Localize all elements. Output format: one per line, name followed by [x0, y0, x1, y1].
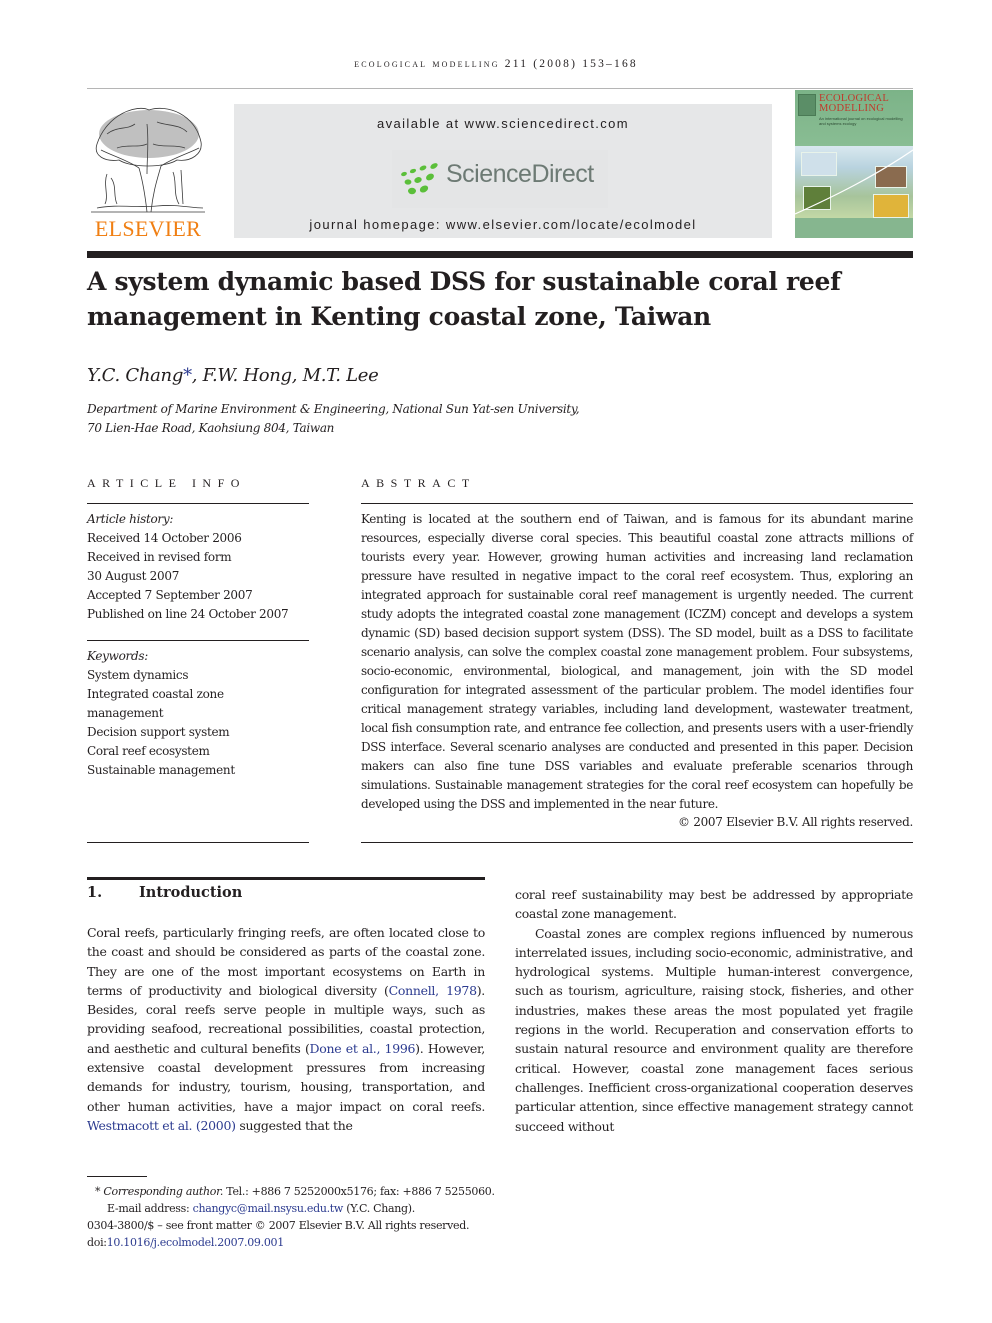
keyword-item: Coral reef ecosystem [87, 744, 210, 758]
email-link[interactable]: changyc@mail.nsysu.edu.tw [193, 1202, 344, 1215]
author-name: Y.C. Chang [87, 365, 184, 386]
section-title: Introduction [139, 884, 243, 901]
history-item: Accepted 7 September 2007 [87, 588, 253, 602]
affiliation-line: Department of Marine Environment & Engin… [87, 402, 580, 416]
paragraph: Coastal zones are complex regions influe… [515, 925, 913, 1134]
cover-footer [795, 218, 913, 238]
running-head: ecological modelling 211 (2008) 153–168 [354, 58, 638, 70]
divider [361, 842, 913, 843]
paragraph: Coral reefs, particularly fringing reefs… [87, 923, 485, 1135]
footnote-corresponding: * Corresponding author. Tel.: +886 7 525… [87, 1183, 587, 1200]
body-column-right: coral reef sustainability may best be ad… [515, 885, 913, 1136]
abstract-text: Kenting is located at the southern end o… [361, 512, 913, 811]
journal-homepage-link[interactable]: journal homepage: www.elsevier.com/locat… [234, 217, 772, 232]
title-rule [87, 251, 913, 258]
author-names: , F.W. Hong, M.T. Lee [191, 365, 379, 386]
keyword-item: Decision support system [87, 725, 230, 739]
doi-link[interactable]: 10.1016/j.ecolmodel.2007.09.001 [107, 1236, 285, 1249]
history-item: Published on line 24 October 2007 [87, 607, 289, 621]
abstract-copyright: © 2007 Elsevier B.V. All rights reserved… [678, 815, 913, 829]
divider [87, 503, 309, 504]
footnotes: * Corresponding author. Tel.: +886 7 525… [87, 1183, 587, 1251]
affiliation: Department of Marine Environment & Engin… [87, 400, 580, 438]
history-item: 30 August 2007 [87, 569, 180, 583]
header-rule [87, 88, 913, 89]
doi-line: doi:10.1016/j.ecolmodel.2007.09.001 [87, 1234, 587, 1251]
paragraph-text: suggested that the [235, 1117, 353, 1133]
article-info-heading: ARTICLE INFO [87, 476, 246, 490]
keywords-label: Keywords: [87, 649, 148, 663]
elsevier-wordmark: ELSEVIER [94, 216, 202, 241]
keywords: Keywords: System dynamics Integrated coa… [87, 647, 312, 780]
email-label: E-mail address: [107, 1202, 193, 1215]
contact-info: Tel.: +886 7 5252000x5176; fax: +886 7 5… [223, 1185, 495, 1198]
doi-label: doi: [87, 1236, 107, 1249]
email-suffix: (Y.C. Chang). [343, 1202, 415, 1215]
footnote-email: E-mail address: changyc@mail.nsysu.edu.t… [87, 1200, 587, 1217]
author-list: Y.C. Chang*, F.W. Hong, M.T. Lee [87, 365, 379, 386]
article-title: A system dynamic based DSS for sustainab… [87, 267, 841, 331]
section-rule [87, 877, 485, 880]
divider [87, 842, 309, 843]
abstract-heading: ABSTRACT [361, 476, 476, 490]
footnote-mark: * [95, 1185, 101, 1198]
cover-publisher-mark-icon [798, 94, 816, 116]
available-at-link[interactable]: available at www.sciencedirect.com [234, 116, 772, 131]
section-heading-introduction: 1. Introduction [87, 884, 242, 901]
journal-cover-image: ECOLOGICAL MODELLING An international jo… [795, 90, 913, 238]
history-item: Received 14 October 2006 [87, 531, 242, 545]
citation-link[interactable]: Done et al., 1996 [310, 1041, 416, 1056]
citation-link[interactable]: Connell, 1978 [389, 983, 477, 998]
sciencedirect-logo[interactable]: ScienceDirect [392, 150, 608, 208]
history-item: Received in revised form [87, 550, 232, 564]
cover-curve-icon [795, 149, 913, 215]
keyword-item: System dynamics [87, 668, 189, 682]
keyword-item: Integrated coastal zone [87, 687, 224, 701]
sciencedirect-dots-icon [401, 163, 438, 195]
divider [87, 640, 309, 641]
citation-link[interactable]: Westmacott et al. (2000) [87, 1118, 236, 1133]
article-history-label: Article history: [87, 512, 174, 526]
paragraph: coral reef sustainability may best be ad… [515, 887, 913, 922]
sciencedirect-banner: available at www.sciencedirect.com Scien… [234, 104, 772, 238]
cover-title-line: MODELLING [819, 103, 885, 114]
cover-subtitle: An international journal on ecological m… [819, 116, 903, 126]
corresponding-label: Corresponding author. [103, 1185, 224, 1198]
divider [361, 503, 913, 504]
affiliation-line: 70 Lien-Hae Road, Kaohsiung 804, Taiwan [87, 421, 335, 435]
corresponding-author-link[interactable]: * [183, 365, 192, 386]
article-history: Article history: Received 14 October 200… [87, 510, 312, 624]
front-matter: 0304-3800/$ – see front matter © 2007 El… [87, 1219, 470, 1232]
body-column-left: Coral reefs, particularly fringing reefs… [87, 923, 485, 1135]
footnote-rule [87, 1176, 147, 1177]
cover-title: ECOLOGICAL MODELLING [819, 93, 889, 114]
sciencedirect-wordmark: ScienceDirect [446, 160, 594, 188]
keyword-item: Sustainable management [87, 763, 235, 777]
keyword-item: management [87, 706, 164, 720]
section-number: 1. [87, 884, 103, 901]
